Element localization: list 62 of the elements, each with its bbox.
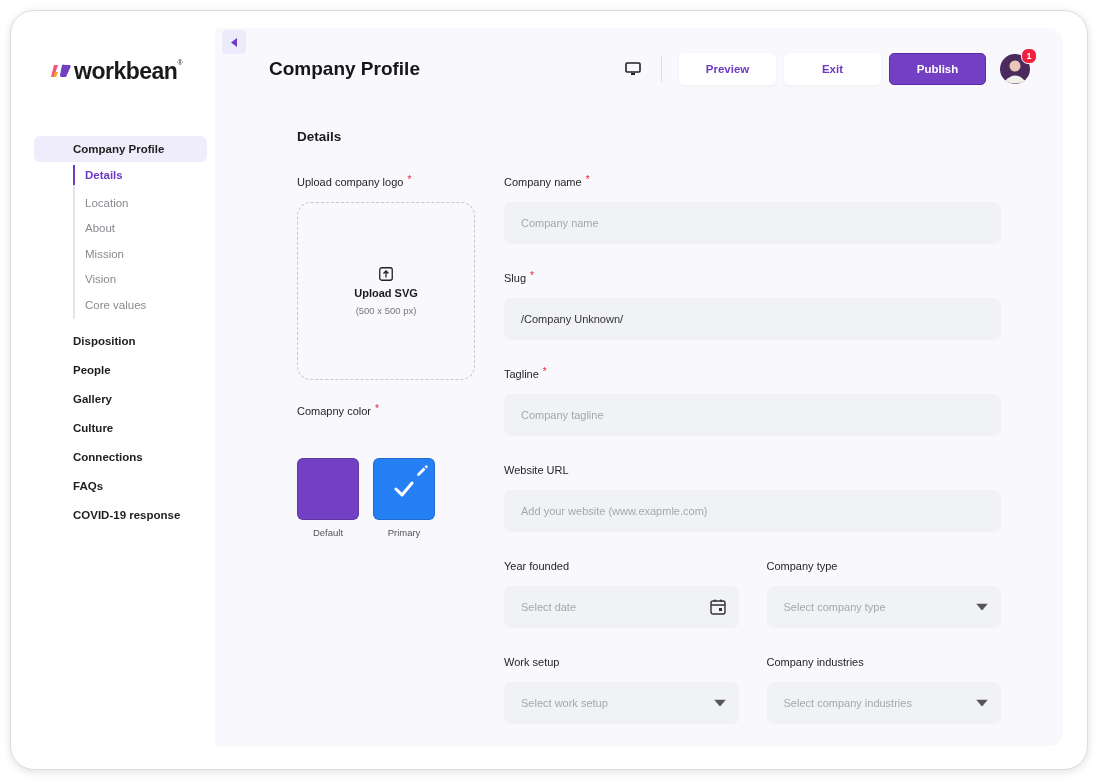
- collapse-button[interactable]: [222, 30, 246, 54]
- dropdown[interactable]: Select company type: [766, 586, 1001, 628]
- action-button[interactable]: Exit: [784, 53, 881, 85]
- field-label: Slug: [504, 271, 527, 286]
- pencil-icon: [416, 465, 428, 477]
- field-label: Website URL: [504, 463, 569, 478]
- sidebar-item[interactable]: Culture: [34, 413, 207, 443]
- sidebar-subitem[interactable]: Vision: [73, 267, 207, 293]
- notification-badge: 1: [1021, 48, 1037, 64]
- check-icon: [394, 481, 414, 497]
- required-mark: *: [542, 365, 547, 379]
- field-label: Company type: [766, 559, 838, 574]
- text-field[interactable]: /Company Unknown/: [504, 298, 1001, 340]
- section-title: Details: [297, 128, 343, 146]
- monitor-icon[interactable]: [625, 62, 641, 76]
- upload-icon: [379, 266, 393, 281]
- sidebar-item[interactable]: COVID-19 response: [34, 500, 207, 530]
- sidebar-subitem[interactable]: About: [73, 216, 207, 242]
- color-swatch[interactable]: [297, 458, 359, 520]
- sidebar-subitem[interactable]: Details: [73, 165, 207, 185]
- caret-down-icon[interactable]: [713, 699, 726, 707]
- sidebar-item[interactable]: Company Profile: [34, 136, 207, 162]
- sidebar-item[interactable]: Connections: [34, 442, 207, 472]
- logo-wordmark: workbean$^{®}$: [74, 57, 183, 85]
- caret-down-icon[interactable]: [976, 699, 988, 707]
- upload-dropzone[interactable]: Upload SVG (500 x 500 px): [297, 202, 475, 380]
- field-label: Company name: [504, 175, 582, 190]
- field-label: Comapny color: [297, 404, 371, 419]
- sidebar-item[interactable]: Gallery: [34, 384, 207, 414]
- field-label: Company industries: [766, 655, 864, 670]
- sidebar-item[interactable]: People: [34, 355, 207, 385]
- field-label: Work setup: [504, 655, 560, 670]
- sidebar-subitem[interactable]: Core values: [73, 292, 207, 319]
- field-label: Tagline: [504, 367, 539, 382]
- dropdown[interactable]: Select company industries: [766, 682, 1001, 724]
- upload-hint: (500 x 500 px): [355, 304, 417, 316]
- text-field[interactable]: Company tagline: [504, 394, 1001, 436]
- text-field[interactable]: Add your website (www.exapmle.com): [504, 490, 1001, 532]
- dropdown[interactable]: Select work setup: [504, 682, 739, 724]
- calendar-icon[interactable]: [709, 599, 726, 615]
- required-mark: *: [530, 269, 534, 283]
- action-button[interactable]: Preview: [679, 53, 776, 85]
- required-mark: *: [585, 173, 590, 187]
- upload-title: Upload SVG: [354, 286, 418, 299]
- date-field[interactable]: Select date: [504, 586, 739, 628]
- avatar[interactable]: [1000, 54, 1030, 84]
- sidebar-item[interactable]: Disposition: [34, 326, 207, 356]
- color-swatch[interactable]: [373, 458, 435, 520]
- field-label: Upload company logo: [297, 175, 404, 190]
- caret-icon: [231, 37, 237, 47]
- sidebar-subitem[interactable]: Mission: [73, 241, 207, 268]
- swatch-label: Primary: [387, 527, 421, 538]
- publish-button[interactable]: Publish: [889, 53, 986, 85]
- caret-down-icon[interactable]: [976, 603, 988, 611]
- field-label: Year founded: [504, 559, 570, 574]
- logo-icon: [50, 63, 72, 79]
- sidebar-item[interactable]: FAQs: [34, 471, 207, 501]
- page-title: Company Profile: [269, 57, 421, 81]
- text-field[interactable]: Company name: [504, 202, 1001, 244]
- required-mark: *: [407, 173, 412, 187]
- required-mark: *: [375, 402, 379, 416]
- swatch-label: Default: [312, 527, 344, 538]
